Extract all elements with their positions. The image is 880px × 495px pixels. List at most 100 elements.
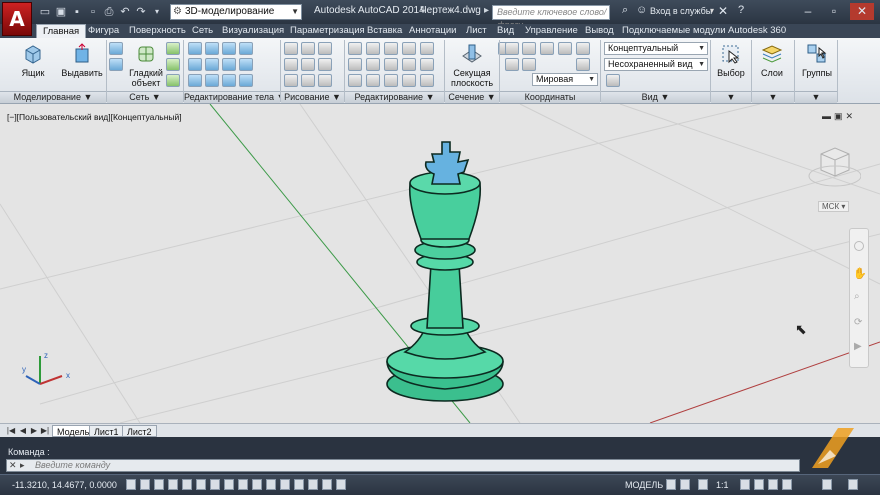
- panel-solid-editing[interactable]: Редактирование тела ▼: [184, 91, 285, 103]
- ucs-face-icon[interactable]: [576, 58, 590, 71]
- tab-solid[interactable]: Фигура: [88, 24, 119, 38]
- chevron-down-icon[interactable]: ▾: [710, 6, 714, 15]
- ellipse-icon[interactable]: [318, 58, 332, 71]
- hardware-acceleration-icon[interactable]: [768, 479, 778, 490]
- selection-cycling-icon[interactable]: [308, 479, 318, 490]
- ucs-select[interactable]: Мировая ▼: [532, 73, 598, 86]
- viewport-label[interactable]: [−][Пользовательский вид][Концептуальный…: [7, 112, 182, 122]
- navigation-bar[interactable]: ✋ ⌕ ⟳ ▶: [849, 228, 869, 368]
- panel-section[interactable]: Сечение ▼: [445, 91, 499, 103]
- orbit-icon[interactable]: ⟳: [854, 317, 862, 328]
- signin-link[interactable]: Вход в службы: [650, 6, 712, 16]
- 3d-move-icon[interactable]: [366, 42, 380, 55]
- infer-constraints-icon[interactable]: [126, 479, 136, 490]
- chamfer-icon[interactable]: [420, 58, 434, 71]
- mesh-refine-icon[interactable]: [166, 42, 180, 55]
- transparency-icon[interactable]: [280, 479, 290, 490]
- subtract-icon[interactable]: [109, 58, 123, 71]
- dropdown-icon[interactable]: ▾: [150, 5, 164, 19]
- search-input[interactable]: Введите ключевое слово/фразу: [492, 5, 610, 30]
- section-plane-button[interactable]: Секущая плоскость: [448, 42, 496, 88]
- groups-button[interactable]: Группы: [798, 42, 836, 78]
- tab-view[interactable]: Вид: [497, 24, 514, 38]
- mesh-smooth-icon[interactable]: [166, 74, 180, 87]
- rotate-icon[interactable]: [348, 58, 362, 71]
- ortho-icon[interactable]: [168, 479, 178, 490]
- user-icon[interactable]: ☺: [636, 4, 647, 16]
- minimize-button[interactable]: –: [796, 3, 820, 20]
- polar-icon[interactable]: [182, 479, 192, 490]
- panel-mesh[interactable]: Сеть ▼: [107, 91, 183, 103]
- panel-groups[interactable]: ▼: [795, 91, 837, 103]
- tab-manage[interactable]: Управление: [525, 24, 578, 38]
- open-icon[interactable]: ▣: [54, 5, 68, 19]
- tab-render[interactable]: Визуализация: [222, 24, 284, 38]
- workspace-switch-icon[interactable]: [740, 479, 750, 490]
- quick-view-drawings-icon[interactable]: [680, 479, 690, 490]
- visual-style-select[interactable]: Концептуальный ▼: [604, 42, 708, 55]
- rectangle-icon[interactable]: [301, 74, 315, 87]
- redo-icon[interactable]: ↷: [134, 5, 148, 19]
- undo-icon[interactable]: ↶: [118, 5, 132, 19]
- smooth-object-button[interactable]: Гладкий объект: [128, 42, 164, 88]
- binoculars-icon[interactable]: ⌕: [622, 4, 628, 17]
- solid-union-icon[interactable]: [188, 42, 202, 55]
- 3d-osnap-icon[interactable]: [210, 479, 220, 490]
- next-tab-icon[interactable]: ▶: [29, 426, 39, 436]
- array-icon[interactable]: [384, 74, 398, 87]
- named-view-select[interactable]: Несохраненный вид ▼: [604, 58, 708, 71]
- arc-icon[interactable]: [301, 58, 315, 71]
- fillet-icon[interactable]: [402, 58, 416, 71]
- tab-layout[interactable]: Лист: [466, 24, 487, 38]
- drawing-viewport[interactable]: [−][Пользовательский вид][Концептуальный…: [0, 104, 880, 423]
- panel-view[interactable]: Вид ▼: [601, 91, 710, 103]
- tab-insert[interactable]: Вставка: [367, 24, 402, 38]
- slice-icon[interactable]: [205, 58, 219, 71]
- save-as-icon[interactable]: ▫: [86, 5, 100, 19]
- exchange-icon[interactable]: ✕: [718, 4, 728, 18]
- viewport-config-icon[interactable]: [606, 74, 620, 87]
- wcs-menu[interactable]: МСК ▾: [818, 201, 850, 212]
- viewcube[interactable]: [805, 140, 861, 210]
- panel-selection[interactable]: ▼: [711, 91, 751, 103]
- panel-modeling[interactable]: Моделирование ▼: [0, 91, 106, 103]
- move-icon[interactable]: [348, 42, 362, 55]
- tab-home[interactable]: Главная: [36, 24, 87, 38]
- quick-properties-icon[interactable]: [294, 479, 304, 490]
- ucs-origin-icon[interactable]: [505, 58, 519, 71]
- interfere-icon[interactable]: [205, 42, 219, 55]
- new-icon[interactable]: ▭: [38, 5, 52, 19]
- help-icon[interactable]: ?: [738, 4, 744, 16]
- polyline-icon[interactable]: [284, 58, 298, 71]
- offset-edges-icon[interactable]: [239, 42, 253, 55]
- ucs-object-icon[interactable]: [576, 42, 590, 55]
- workspace-select[interactable]: ⚙ 3D-моделирование ▼: [170, 4, 302, 20]
- ucs-z-icon[interactable]: [540, 42, 554, 55]
- panel-draw[interactable]: Рисование ▼: [281, 91, 344, 103]
- layers-button[interactable]: Слои: [754, 42, 790, 78]
- close-icon[interactable]: ✕: [9, 460, 17, 471]
- ucs-icon[interactable]: [505, 42, 519, 55]
- tab-plugins[interactable]: Подключаемые модули: [622, 24, 726, 38]
- tab-annotate[interactable]: Аннотации: [409, 24, 457, 38]
- thicken-icon[interactable]: [205, 74, 219, 87]
- extend-icon[interactable]: [420, 42, 434, 55]
- separate-icon[interactable]: [239, 74, 253, 87]
- solid-subtract-icon[interactable]: [188, 58, 202, 71]
- maximize-button[interactable]: ▫: [822, 3, 846, 20]
- trim-icon[interactable]: [402, 42, 416, 55]
- copy-icon[interactable]: [384, 42, 398, 55]
- search-expand-icon[interactable]: ▸: [484, 5, 489, 16]
- lock-icon[interactable]: [754, 479, 764, 490]
- fillet-edges-icon[interactable]: [239, 58, 253, 71]
- otrack-icon[interactable]: [224, 479, 234, 490]
- extrude-button[interactable]: Выдавить: [60, 42, 104, 78]
- 3d-align-icon[interactable]: [366, 74, 380, 87]
- application-menu-button[interactable]: A: [2, 2, 32, 36]
- imprint-icon[interactable]: [222, 58, 236, 71]
- grid-icon[interactable]: [154, 479, 164, 490]
- plot-icon[interactable]: ⎙: [102, 5, 116, 19]
- model-space-button[interactable]: МОДЕЛЬ: [625, 480, 663, 490]
- prev-tab-icon[interactable]: ◀: [18, 426, 28, 436]
- extract-edges-icon[interactable]: [222, 42, 236, 55]
